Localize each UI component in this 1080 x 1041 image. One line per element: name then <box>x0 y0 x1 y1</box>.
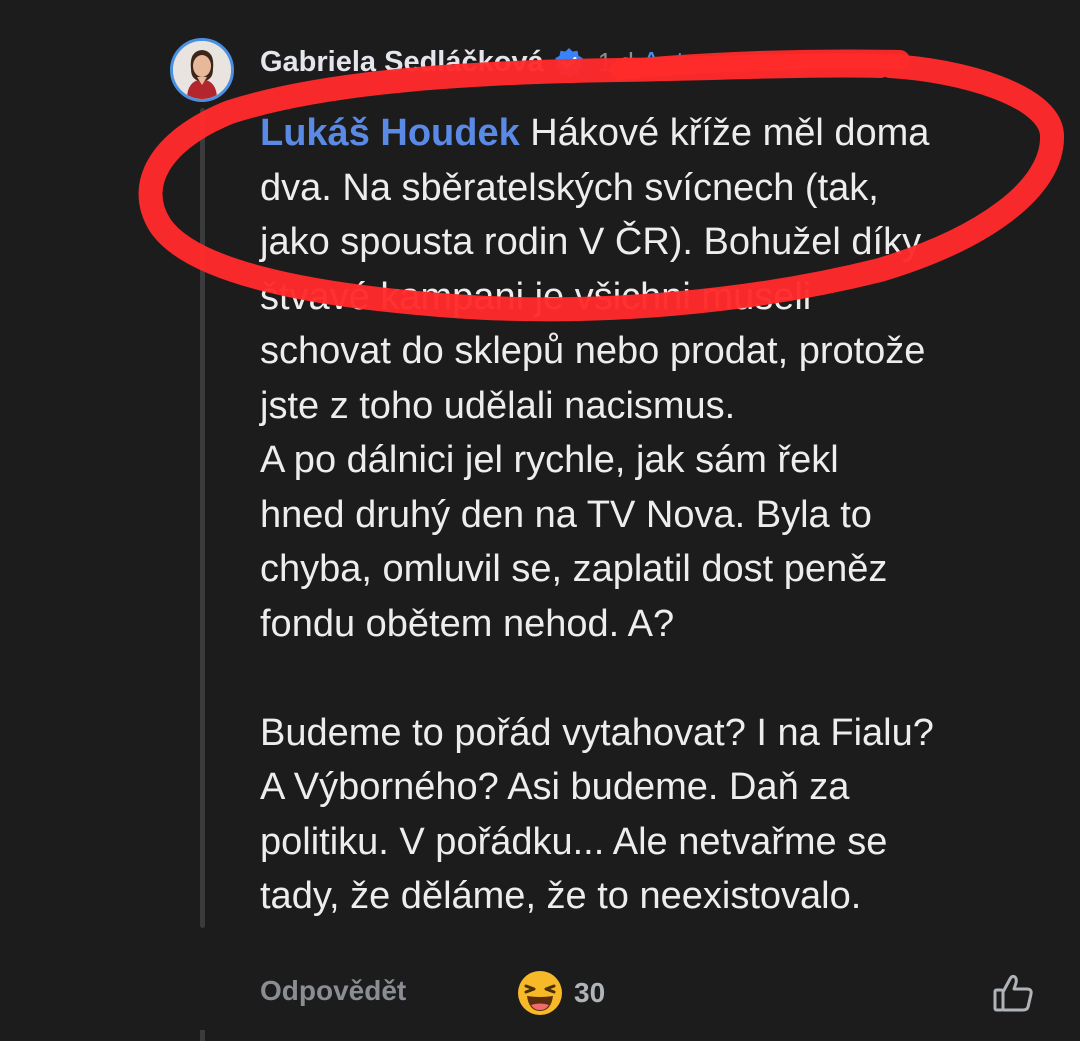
comment-line: Lukáš Houdek Hákové kříže měl doma <box>260 112 930 154</box>
author-badge: Autor <box>641 46 709 77</box>
avatar[interactable] <box>170 38 234 102</box>
avatar-image <box>173 41 231 99</box>
comment-line: A po dálnici jel rychle, jak sám řekl <box>260 439 839 481</box>
comment-line: fondu obětem nehod. A? <box>260 602 675 645</box>
thread-line-continuation <box>200 1030 205 1041</box>
laughing-emoji-icon <box>518 971 562 1015</box>
comment-line: chyba, omluvil se, zaplatil dost peněz <box>260 548 888 590</box>
thread-line <box>200 108 205 928</box>
comment-line: hned druhý den na TV Nova. Byla to <box>260 493 872 536</box>
mention-link[interactable]: Lukáš Houdek <box>260 112 520 154</box>
comment-line: A Výborného? Asi budeme. Daň za <box>260 766 850 808</box>
reaction-count: 30 <box>574 977 606 1008</box>
thumbs-up-icon <box>993 974 1033 1012</box>
comment-line: jste z toho udělali nacismus. <box>260 384 736 427</box>
verified-badge-icon <box>554 47 584 78</box>
comment-line: politiku. V pořádku... Ale netvařme se <box>260 820 888 863</box>
comment-header: Gabriela Sedláčková 1 d Autor <box>260 42 709 82</box>
like-button[interactable] <box>992 971 1036 1015</box>
comment-line: schovat do sklepů nebo prodat, protože <box>260 330 926 372</box>
comment-line: jako spousta rodin V ČR). Bohužel díky <box>260 221 922 263</box>
comment-line: Budeme to pořád vytahovat? I na Fialu? <box>260 711 934 754</box>
author-name[interactable]: Gabriela Sedláčková <box>260 46 544 79</box>
reaction-summary[interactable]: 30 <box>516 969 605 1017</box>
comment-text: Lukáš Houdek Hákové kříže měl doma dva. … <box>260 106 1060 924</box>
comment-time: 1 d <box>597 46 634 77</box>
comment-line: dva. Na sběratelských svícnech (tak, <box>260 166 879 209</box>
comment-line: tady, že děláme, že to neexistovalo. <box>260 875 862 917</box>
comment-footer: Odpovědět 30 <box>260 965 1040 1025</box>
comment-line: štvavé kampani je všichni museli <box>260 275 812 318</box>
reply-button[interactable]: Odpovědět <box>260 975 406 1007</box>
